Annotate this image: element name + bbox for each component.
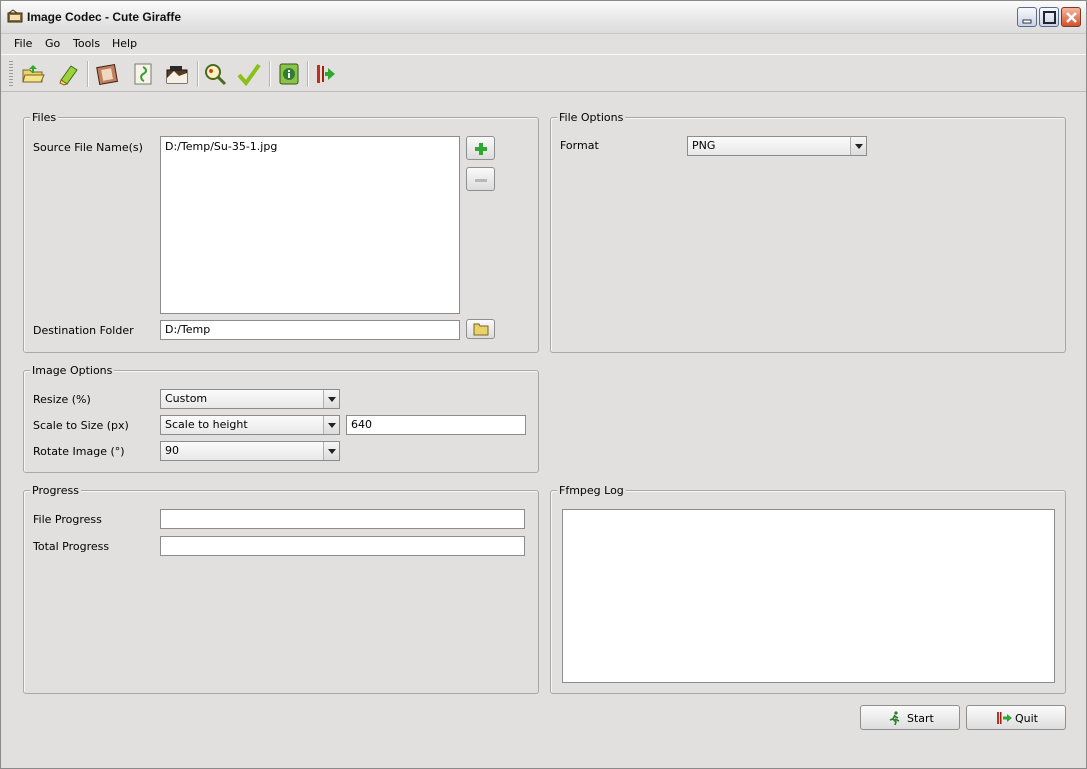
progress-group-title: Progress — [30, 484, 81, 497]
check-icon — [237, 63, 261, 86]
exit-icon — [997, 712, 1012, 724]
destination-folder-label: Destination Folder — [33, 324, 134, 337]
clear-eraser-icon — [59, 65, 78, 86]
scale-select[interactable]: Scale to height — [160, 415, 340, 435]
exit-button[interactable] — [311, 60, 339, 88]
format-label: Format — [560, 139, 599, 152]
open-folder-icon — [22, 65, 45, 83]
start-button-label: Start — [907, 712, 934, 725]
rotate-select-value: 90 — [165, 444, 179, 457]
files-group-title: Files — [30, 111, 59, 124]
menu-bar: File Go Tools Help — [1, 35, 1086, 53]
toolbar-separator — [197, 61, 199, 87]
search-magnifier-icon — [205, 64, 227, 86]
ffmpeg-log-output[interactable] — [562, 509, 1055, 683]
file-progress-bar — [160, 509, 525, 529]
source-file-label: Source File Name(s) — [33, 141, 143, 154]
ffmpeg-log-group-title: Ffmpeg Log — [557, 484, 626, 497]
remove-file-button[interactable] — [466, 167, 495, 191]
menu-tools[interactable]: Tools — [73, 37, 100, 50]
video-button[interactable] — [93, 60, 121, 88]
chevron-down-icon[interactable] — [323, 390, 339, 408]
image-options-group-title: Image Options — [30, 364, 115, 377]
menu-file[interactable]: File — [14, 37, 32, 50]
resize-select[interactable]: Custom — [160, 389, 340, 409]
scale-label: Scale to Size (px) — [33, 419, 129, 432]
quit-button[interactable]: Quit — [966, 705, 1066, 730]
file-options-group: File Options Format PNG — [550, 111, 1066, 353]
destination-folder-input[interactable]: D:/Temp — [160, 320, 460, 340]
list-item[interactable]: D:/Temp/Su-35-1.jpg — [165, 140, 455, 153]
quit-button-label: Quit — [1015, 712, 1038, 725]
format-select[interactable]: PNG — [687, 136, 867, 156]
image-options-group: Image Options Resize (%) Custom Scale to… — [23, 364, 539, 473]
toolbar-separator — [269, 61, 271, 87]
app-icon — [7, 9, 23, 23]
clear-button[interactable] — [55, 60, 83, 88]
add-file-button[interactable] — [466, 136, 495, 160]
maximize-icon — [1043, 11, 1056, 24]
rotate-label: Rotate Image (°) — [33, 445, 125, 458]
exit-icon — [317, 65, 335, 83]
chevron-down-icon[interactable] — [850, 137, 866, 155]
file-options-group-title: File Options — [557, 111, 626, 124]
progress-group: Progress File Progress Total Progress — [23, 484, 539, 694]
files-group: Files Source File Name(s) D:/Temp/Su-35-… — [23, 111, 539, 353]
main-window: Image Codec - Cute Giraffe File Go Tools… — [0, 0, 1087, 769]
maximize-button[interactable] — [1039, 7, 1059, 27]
ffmpeg-log-group: Ffmpeg Log — [550, 484, 1066, 694]
toolbar-separator — [87, 61, 89, 87]
menu-go[interactable]: Go — [45, 37, 60, 50]
folder-icon — [473, 323, 489, 336]
minimize-icon — [1022, 19, 1032, 24]
format-select-value: PNG — [692, 139, 716, 152]
plus-icon — [475, 143, 487, 155]
title-bar[interactable]: Image Codec - Cute Giraffe — [1, 1, 1086, 34]
chevron-down-icon[interactable] — [323, 416, 339, 434]
chevron-down-icon[interactable] — [323, 442, 339, 460]
start-button[interactable]: Start — [860, 705, 960, 730]
browse-folder-button[interactable] — [466, 319, 495, 339]
image-button[interactable] — [163, 60, 191, 88]
close-icon — [1066, 12, 1077, 23]
open-button[interactable] — [19, 60, 47, 88]
resize-label: Resize (%) — [33, 393, 91, 406]
resize-select-value: Custom — [165, 392, 208, 405]
source-file-list[interactable]: D:/Temp/Su-35-1.jpg — [160, 136, 460, 314]
rotate-select[interactable]: 90 — [160, 441, 340, 461]
window-title: Image Codec - Cute Giraffe — [27, 10, 182, 24]
toolbar — [1, 54, 1086, 92]
image-icon — [166, 66, 188, 84]
menu-help[interactable]: Help — [112, 37, 137, 50]
info-icon — [279, 63, 299, 85]
minimize-button[interactable] — [1017, 7, 1037, 27]
scale-select-value: Scale to height — [165, 418, 248, 431]
minus-icon — [475, 179, 487, 182]
toolbar-separator — [307, 61, 309, 87]
file-progress-label: File Progress — [33, 513, 102, 526]
total-progress-bar — [160, 536, 525, 556]
info-button[interactable] — [275, 60, 303, 88]
scale-size-input[interactable]: 640 — [346, 415, 526, 435]
search-button[interactable] — [201, 60, 229, 88]
total-progress-label: Total Progress — [33, 540, 110, 553]
video-film-icon — [96, 63, 119, 86]
audio-music-icon — [134, 63, 152, 85]
audio-button[interactable] — [129, 60, 157, 88]
close-button[interactable] — [1061, 7, 1081, 27]
toolbar-grip[interactable] — [9, 61, 13, 87]
run-icon — [889, 711, 900, 725]
check-button[interactable] — [235, 60, 263, 88]
